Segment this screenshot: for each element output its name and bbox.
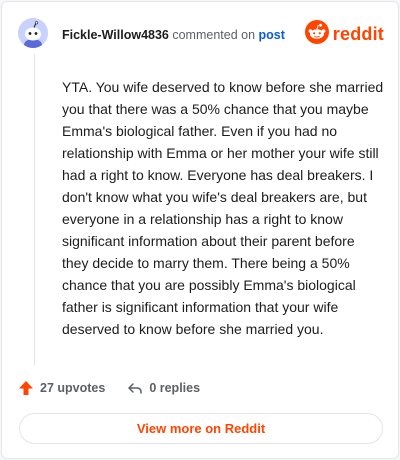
thread-line bbox=[34, 54, 35, 366]
reply-stat[interactable]: 0 replies bbox=[127, 380, 200, 396]
snoo-avatar-icon[interactable] bbox=[18, 18, 48, 48]
view-more-button[interactable]: View more on Reddit bbox=[19, 413, 383, 444]
upvote-count: 27 upvotes bbox=[40, 381, 106, 395]
view-more-label: View more on Reddit bbox=[136, 421, 266, 436]
reply-count: 0 replies bbox=[149, 381, 201, 395]
comment-header: Fickle-Willow4836 commented on post redd bbox=[2, 2, 398, 66]
upvote-arrow-icon[interactable] bbox=[18, 380, 34, 396]
comment-body: YTA. You wife deserved to know before sh… bbox=[62, 79, 384, 337]
comment-card: Fickle-Willow4836 commented on post redd bbox=[1, 1, 399, 459]
reply-arrow-icon[interactable] bbox=[127, 380, 143, 396]
comment-byline: Fickle-Willow4836 commented on post bbox=[62, 27, 285, 43]
upvote-stat[interactable]: 27 upvotes bbox=[18, 380, 105, 396]
reddit-snoo-icon bbox=[304, 19, 329, 49]
action-text: commented on bbox=[172, 28, 256, 42]
comment-footer: 27 upvotes 0 replies bbox=[18, 378, 200, 398]
username-link[interactable]: Fickle-Willow4836 bbox=[62, 28, 169, 42]
reddit-wordmark: reddit bbox=[332, 23, 384, 44]
reddit-logo[interactable]: reddit bbox=[304, 19, 384, 49]
post-link[interactable]: post bbox=[259, 28, 285, 42]
